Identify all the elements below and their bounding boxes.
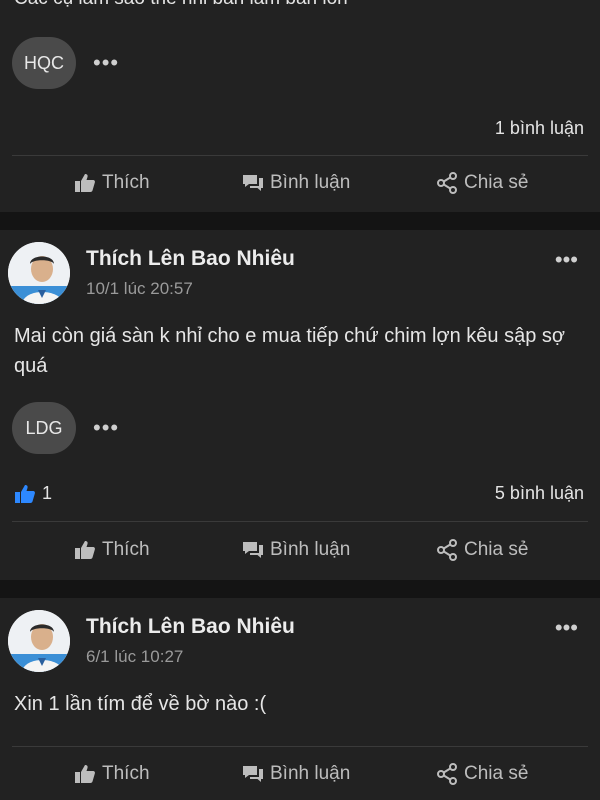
comment-count[interactable]: 1 bình luận xyxy=(495,118,584,139)
more-tags-icon[interactable]: ••• xyxy=(93,417,119,439)
post-separator xyxy=(0,580,600,598)
divider xyxy=(12,746,588,747)
thumbs-up-icon xyxy=(75,765,95,783)
like-button[interactable]: Thích xyxy=(74,539,150,561)
more-options-icon[interactable]: ••• xyxy=(555,617,578,639)
thumbs-up-icon xyxy=(75,541,95,559)
divider xyxy=(12,155,588,156)
post-card: Thích Lên Bao Nhiêu 6/1 lúc 10:27 ••• Xi… xyxy=(0,598,600,800)
post-timestamp: 10/1 lúc 20:57 xyxy=(86,279,193,298)
more-options-icon[interactable]: ••• xyxy=(555,249,578,271)
thumbs-up-filled-icon xyxy=(15,484,35,503)
avatar[interactable] xyxy=(8,242,70,304)
like-button[interactable]: Thích xyxy=(74,172,150,194)
post-author[interactable]: Thích Lên Bao Nhiêu xyxy=(86,247,295,271)
post-card-top: Các cụ làm sao thế nhỉ bán lâm bán lỗn H… xyxy=(0,0,600,212)
like-label: Thích xyxy=(102,539,150,560)
avatar[interactable] xyxy=(8,610,70,672)
share-icon xyxy=(437,172,457,194)
thumbs-up-icon xyxy=(75,174,95,192)
share-button[interactable]: Chia sẻ xyxy=(436,172,528,194)
comment-label: Bình luận xyxy=(270,172,351,193)
comment-count[interactable]: 5 bình luận xyxy=(495,483,584,504)
like-label: Thích xyxy=(102,763,150,784)
share-button[interactable]: Chia sẻ xyxy=(436,763,528,785)
like-button[interactable]: Thích xyxy=(74,763,150,785)
post-card: Thích Lên Bao Nhiêu 10/1 lúc 20:57 ••• M… xyxy=(0,230,600,580)
avatar-image xyxy=(8,242,70,304)
share-icon xyxy=(437,539,457,561)
post-timestamp: 6/1 lúc 10:27 xyxy=(86,647,184,666)
avatar-image xyxy=(8,610,70,672)
post-text: Xin 1 lần tím để về bờ nào :( xyxy=(14,693,267,715)
comment-label: Bình luận xyxy=(270,539,351,560)
post-author[interactable]: Thích Lên Bao Nhiêu xyxy=(86,615,295,639)
share-button[interactable]: Chia sẻ xyxy=(436,539,528,561)
comment-button[interactable]: Bình luận xyxy=(242,539,350,561)
comment-button[interactable]: Bình luận xyxy=(242,172,350,194)
share-icon xyxy=(437,763,457,785)
like-count: 1 xyxy=(42,483,53,503)
comment-button[interactable]: Bình luận xyxy=(242,763,350,785)
like-summary[interactable]: 1 xyxy=(14,483,52,504)
comment-label: Bình luận xyxy=(270,763,351,784)
stock-tag-chip[interactable]: HQC xyxy=(12,37,76,89)
divider xyxy=(12,521,588,522)
share-label: Chia sẻ xyxy=(464,763,529,784)
comment-icon xyxy=(243,542,263,558)
post-text: Mai còn giá sàn k nhỉ cho e mua tiếp chứ… xyxy=(14,325,565,377)
share-label: Chia sẻ xyxy=(464,539,529,560)
comment-icon xyxy=(243,175,263,191)
stock-tag-chip[interactable]: LDG xyxy=(12,402,76,454)
like-label: Thích xyxy=(102,172,150,193)
share-label: Chia sẻ xyxy=(464,172,529,193)
post-separator xyxy=(0,212,600,230)
more-tags-icon[interactable]: ••• xyxy=(93,52,119,74)
comment-icon xyxy=(243,766,263,782)
post-text: Các cụ làm sao thế nhỉ bán lâm bán lỗn xyxy=(14,0,348,10)
